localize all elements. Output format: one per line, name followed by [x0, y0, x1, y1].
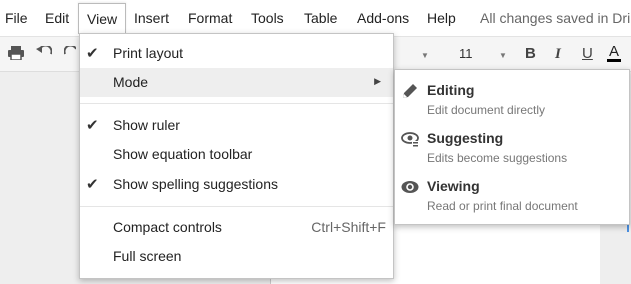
- menu-view[interactable]: View: [78, 3, 127, 34]
- underline-button[interactable]: U: [582, 46, 593, 62]
- menu-item-label: Full screen: [113, 248, 182, 264]
- menu-bar: File Edit View Insert Format Tools Table…: [0, 0, 631, 36]
- mode-option-title: Suggesting: [427, 130, 504, 146]
- undo-icon[interactable]: [36, 44, 53, 62]
- font-size-dropdown-arrow-icon[interactable]: ▼: [499, 48, 507, 64]
- menu-edit[interactable]: Edit: [45, 10, 69, 26]
- keyboard-shortcut: Ctrl+Shift+F: [311, 219, 386, 235]
- view-menu: ✔ Print layout Mode ▶ ✔ Show ruler Show …: [79, 33, 394, 279]
- mode-option-suggesting[interactable]: Suggesting Edits become suggestions: [395, 126, 629, 172]
- mode-option-description: Edit document directly: [427, 103, 546, 117]
- pencil-icon: [401, 82, 419, 100]
- menu-tools[interactable]: Tools: [251, 10, 284, 26]
- italic-button[interactable]: I: [555, 46, 561, 62]
- menu-item-label: Compact controls: [113, 219, 222, 235]
- menu-item-mode[interactable]: Mode ▶: [80, 68, 393, 97]
- suggest-icon: [401, 130, 419, 148]
- checkmark-icon: ✔: [86, 45, 99, 62]
- submenu-arrow-icon: ▶: [374, 76, 381, 86]
- menu-item-label: Print layout: [113, 45, 184, 61]
- menu-format[interactable]: Format: [188, 10, 232, 26]
- menu-item-label: Show spelling suggestions: [113, 176, 278, 192]
- font-dropdown-arrow-icon[interactable]: ▼: [421, 48, 429, 64]
- menu-item-label: Show equation toolbar: [113, 146, 253, 162]
- menu-item-print-layout[interactable]: ✔ Print layout: [80, 39, 393, 68]
- menu-insert[interactable]: Insert: [134, 10, 169, 26]
- mode-option-description: Edits become suggestions: [427, 151, 568, 165]
- menu-item-label: Show ruler: [113, 117, 180, 133]
- menu-table[interactable]: Table: [304, 10, 337, 26]
- menu-item-full-screen[interactable]: Full screen: [80, 242, 393, 271]
- redo-icon[interactable]: [63, 44, 77, 62]
- mode-option-description: Read or print final document: [427, 199, 578, 213]
- menu-file[interactable]: File: [5, 10, 28, 26]
- print-icon[interactable]: [8, 46, 24, 64]
- menu-divider: [80, 206, 393, 207]
- checkmark-icon: ✔: [86, 117, 99, 134]
- mode-submenu: Editing Edit document directly Suggestin…: [394, 69, 630, 225]
- mode-option-viewing[interactable]: Viewing Read or print final document: [395, 174, 629, 220]
- menu-item-show-spelling-suggestions[interactable]: ✔ Show spelling suggestions: [80, 170, 393, 199]
- mode-option-title: Editing: [427, 82, 475, 98]
- menu-item-show-equation-toolbar[interactable]: Show equation toolbar: [80, 140, 393, 169]
- menu-divider: [80, 103, 393, 104]
- menu-add-ons[interactable]: Add-ons: [357, 10, 409, 26]
- menu-help[interactable]: Help: [427, 10, 456, 26]
- checkmark-icon: ✔: [86, 176, 99, 193]
- mode-option-title: Viewing: [427, 178, 480, 194]
- save-status: All changes saved in Dri: [480, 10, 631, 26]
- menu-item-compact-controls[interactable]: Compact controls Ctrl+Shift+F: [80, 213, 393, 242]
- mode-option-editing[interactable]: Editing Edit document directly: [395, 78, 629, 124]
- menu-item-label: Mode: [113, 74, 149, 90]
- font-size-value[interactable]: 11: [459, 46, 473, 62]
- menu-item-show-ruler[interactable]: ✔ Show ruler: [80, 111, 393, 140]
- text-color-button[interactable]: A: [607, 44, 622, 62]
- eye-icon: [401, 178, 419, 196]
- bold-button[interactable]: B: [525, 46, 536, 62]
